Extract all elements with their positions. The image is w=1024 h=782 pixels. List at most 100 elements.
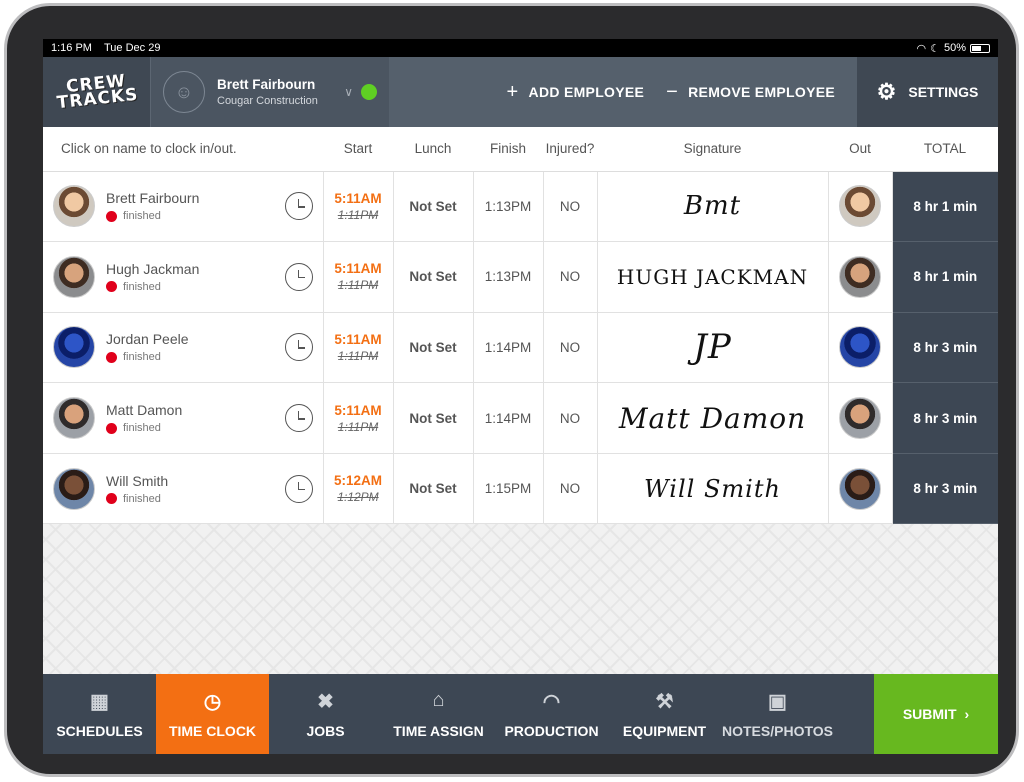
gauge-icon: ◠	[542, 691, 561, 713]
employee-avatar	[53, 326, 95, 369]
status-date: Tue Dec 29	[104, 42, 161, 54]
clock-icon[interactable]	[284, 333, 313, 362]
lunch-cell[interactable]: Not Set	[393, 312, 474, 384]
out-avatar	[839, 255, 881, 298]
finish-cell[interactable]: 1:13PM	[473, 241, 544, 313]
signature-image: Matt Damon	[618, 401, 807, 435]
signature-cell: Matt Damon	[597, 382, 829, 454]
bottom-nav: ▦ SCHEDULES ◷ TIME CLOCK ✖ JOBS ⌂ TIME ASSIG…	[43, 674, 998, 754]
finish-cell[interactable]: 1:15PM	[473, 453, 544, 525]
submit-button[interactable]: SUBMIT ›	[874, 674, 998, 754]
employee-status: finished	[123, 492, 161, 505]
out-avatar	[839, 467, 881, 510]
remove-employee-button[interactable]: − REMOVE EMPLOYEE	[666, 81, 835, 104]
add-employee-button[interactable]: + ADD EMPLOYEE	[507, 81, 645, 104]
employee-avatar	[53, 255, 95, 298]
out-avatar	[839, 185, 881, 228]
current-user-selector[interactable]: ☺ Brett Fairbourn Cougar Construction ∨	[150, 57, 389, 127]
lunch-cell[interactable]: Not Set	[393, 382, 474, 454]
employee-avatar	[53, 397, 95, 440]
clock-icon[interactable]	[284, 192, 313, 221]
clock-icon[interactable]	[284, 404, 313, 433]
injured-cell[interactable]: NO	[543, 171, 598, 243]
signature-image: Will Smith	[644, 474, 781, 503]
settings-button[interactable]: ⚙ SETTINGS	[857, 57, 998, 127]
header-name: Click on name to clock in/out.	[43, 127, 323, 172]
user-avatar-icon: ☺	[163, 71, 205, 113]
employee-avatar	[53, 185, 95, 228]
clock-icon[interactable]	[284, 474, 313, 503]
nav-time-clock[interactable]: ◷ TIME CLOCK	[156, 674, 269, 754]
employee-cell[interactable]: Jordan Peele finished	[43, 312, 324, 384]
online-status-indicator	[361, 84, 377, 100]
finish-cell[interactable]: 1:14PM	[473, 382, 544, 454]
clock-icon[interactable]	[284, 262, 313, 291]
header-start: Start	[323, 127, 393, 172]
nav-production[interactable]: ◠ PRODUCTION	[495, 674, 608, 754]
clock-icon: ◷	[203, 691, 222, 713]
excavator-icon: ⚒	[655, 691, 674, 713]
signature-cell: Bmt	[597, 171, 829, 243]
total-cell: 8 hr 1 min	[892, 241, 998, 313]
lunch-cell[interactable]: Not Set	[393, 241, 474, 313]
injured-cell[interactable]: NO	[543, 312, 598, 384]
header-signature: Signature	[597, 127, 828, 172]
employee-name[interactable]: Hugh Jackman	[106, 261, 285, 277]
camera-icon: ▣	[768, 691, 787, 713]
start-cell[interactable]: 5:11AM 1:11PM	[323, 382, 394, 454]
nav-time-assign[interactable]: ⌂ TIME ASSIGN	[382, 674, 495, 754]
signature-image: JP	[693, 327, 732, 368]
out-cell	[828, 312, 893, 384]
table-row: Matt Damon finished 5:11AM 1:11PM Not Set…	[43, 382, 998, 454]
background-pattern	[43, 524, 998, 674]
battery-percent: 50%	[943, 42, 966, 54]
worker-icon: ⌂	[432, 689, 445, 711]
gear-icon: ⚙	[876, 79, 897, 104]
total-cell: 8 hr 3 min	[892, 382, 998, 454]
start-cell[interactable]: 5:11AM 1:11PM	[323, 171, 394, 243]
nav-equipment[interactable]: ⚒ EQUIPMENT	[608, 674, 721, 754]
signature-cell: Will Smith	[597, 453, 829, 525]
status-dot-icon	[106, 422, 117, 434]
employee-status: finished	[123, 422, 161, 435]
table-row: Will Smith finished 5:12AM 1:12PM Not Set…	[43, 453, 998, 525]
total-cell: 8 hr 3 min	[892, 312, 998, 384]
app-screen: 1:16 PM Tue Dec 29 ◠ ☾ 50% CREW TRACKS ☺ …	[43, 39, 998, 754]
tools-icon: ✖	[317, 691, 334, 713]
start-cell[interactable]: 5:11AM 1:11PM	[323, 312, 394, 384]
out-avatar	[839, 326, 881, 369]
employee-cell[interactable]: Will Smith finished	[43, 453, 324, 525]
finish-cell[interactable]: 1:14PM	[473, 312, 544, 384]
status-dot-icon	[106, 210, 117, 222]
lunch-cell[interactable]: Not Set	[393, 453, 474, 525]
employee-name[interactable]: Jordan Peele	[106, 331, 285, 347]
start-cell[interactable]: 5:12AM 1:12PM	[323, 453, 394, 525]
injured-cell[interactable]: NO	[543, 241, 598, 313]
lunch-cell[interactable]: Not Set	[393, 171, 474, 243]
nav-jobs[interactable]: ✖ JOBS	[269, 674, 382, 754]
moon-icon: ☾	[930, 42, 940, 55]
injured-cell[interactable]: NO	[543, 382, 598, 454]
finish-cell[interactable]: 1:13PM	[473, 171, 544, 243]
signature-image: HUGH JACKMAN	[616, 264, 809, 289]
injured-cell[interactable]: NO	[543, 453, 598, 525]
employee-name[interactable]: Matt Damon	[106, 402, 285, 418]
header-injured: Injured?	[543, 127, 597, 172]
start-cell[interactable]: 5:11AM 1:11PM	[323, 241, 394, 313]
crewtracks-logo: CREW TRACKS	[43, 57, 150, 127]
out-cell	[828, 171, 893, 243]
employee-cell[interactable]: Brett Fairbourn finished	[43, 171, 324, 243]
nav-schedules[interactable]: ▦ SCHEDULES	[43, 674, 156, 754]
employee-cell[interactable]: Hugh Jackman finished	[43, 241, 324, 313]
header-out: Out	[828, 127, 892, 172]
employee-name[interactable]: Brett Fairbourn	[106, 190, 285, 206]
minus-icon: −	[666, 80, 679, 103]
status-dot-icon	[106, 281, 117, 293]
chevron-right-icon: ›	[964, 706, 970, 722]
nav-notes-photos[interactable]: ▣ NOTES/PHOTOS	[721, 674, 834, 754]
employee-name[interactable]: Will Smith	[106, 473, 285, 489]
current-user-name: Brett Fairbourn	[217, 77, 316, 92]
app-header: CREW TRACKS ☺ Brett Fairbourn Cougar Cons…	[43, 57, 998, 127]
plus-icon: +	[506, 80, 519, 103]
employee-cell[interactable]: Matt Damon finished	[43, 382, 324, 454]
